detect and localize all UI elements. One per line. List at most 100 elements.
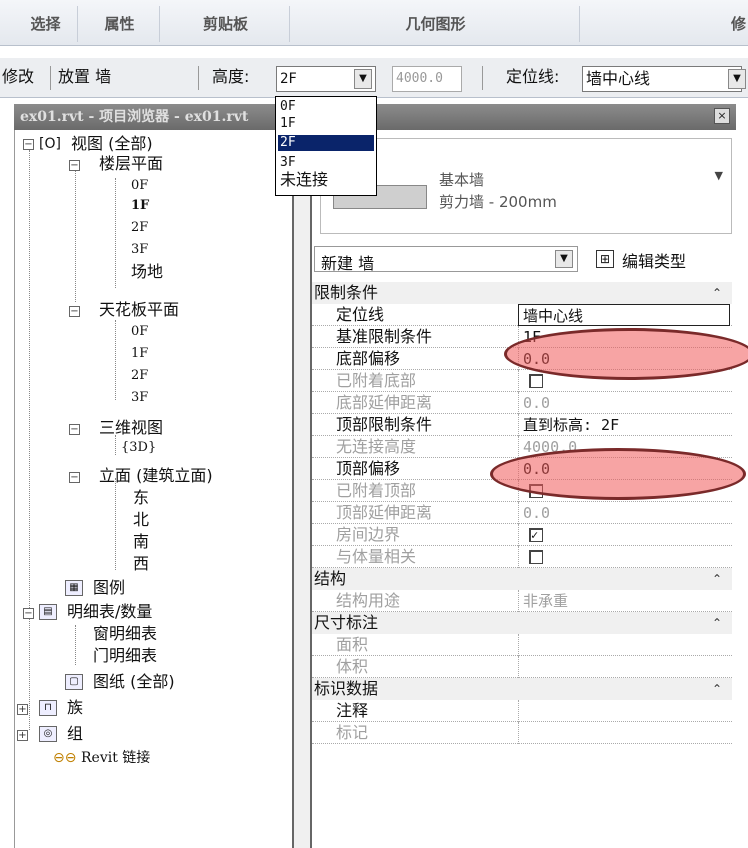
collapse-chevron-icon[interactable]: ⌃ [712, 568, 722, 590]
ribbon-panel-clipboard[interactable]: 剪贴板 [162, 6, 290, 42]
options-bar: 修改 放置 墙 高度: 2F ▼ 4000.0 定位线: 墙中心线 ▼ [0, 58, 748, 98]
collapse-chevron-icon[interactable]: ⌃ [712, 678, 722, 700]
checkbox[interactable]: ✓ [529, 528, 543, 542]
dropdown-option[interactable]: 0F [278, 99, 374, 115]
dropdown-option[interactable]: 1F [278, 116, 374, 132]
ceiling-plan-0f[interactable]: 0F [131, 322, 148, 342]
property-group-header[interactable]: 限制条件 ⌃ [312, 282, 732, 304]
collapse-chevron-icon[interactable]: ⌃ [712, 282, 722, 304]
property-value[interactable] [518, 722, 730, 744]
checkbox[interactable] [529, 374, 543, 388]
collapse-icon[interactable]: − [23, 608, 34, 619]
property-group-header[interactable]: 标识数据 ⌃ [312, 678, 732, 700]
collapse-icon[interactable]: − [69, 424, 80, 435]
ribbon-panel-select[interactable]: 选择 [14, 6, 78, 42]
checkbox[interactable] [529, 550, 543, 564]
property-row: 面积 [312, 634, 732, 656]
sheets-node[interactable]: 图纸 (全部) [93, 672, 175, 692]
expand-icon[interactable]: + [17, 704, 28, 715]
group-label: 标识数据 [314, 679, 379, 698]
property-name: 定位线 [336, 305, 385, 324]
ceiling-plan-3f[interactable]: 3F [131, 388, 148, 408]
project-browser-tree: − [O] 视图 (全部) − 楼层平面 0F 1F 2F 3F 场地 − 天花… [14, 130, 292, 848]
families-node[interactable]: 族 [67, 698, 83, 718]
ribbon-panel-modify[interactable]: 修 [582, 6, 748, 42]
dropdown-option-selected[interactable]: 2F [278, 135, 374, 151]
elevation-east[interactable]: 东 [133, 488, 149, 508]
property-value[interactable] [518, 700, 730, 722]
collapse-icon[interactable]: − [69, 472, 80, 483]
elevation-west[interactable]: 西 [133, 554, 149, 574]
chevron-down-icon[interactable]: ▼ [555, 250, 573, 268]
expand-icon[interactable]: + [17, 730, 28, 741]
property-value-text: 0.0 [523, 504, 551, 522]
dropdown-option[interactable]: 未连接 [278, 171, 374, 189]
separator [482, 66, 483, 90]
ceiling-plan-2f[interactable]: 2F [131, 366, 148, 386]
ribbon-panel-properties[interactable]: 属性 [80, 6, 160, 42]
link-icon: ⊖⊖ [53, 750, 77, 766]
floor-plan-2f[interactable]: 2F [131, 218, 148, 238]
modify-label[interactable]: 修改 [2, 66, 34, 88]
height-number-field[interactable]: 4000.0 [392, 66, 462, 92]
dropdown-option[interactable]: 3F [278, 155, 374, 171]
schedule-icon: ▤ [39, 604, 57, 620]
chevron-down-icon[interactable]: ▼ [715, 169, 723, 182]
separator [50, 66, 51, 90]
property-value[interactable]: 0.0 [518, 502, 730, 524]
property-value[interactable] [518, 634, 730, 656]
views-all-node[interactable]: 视图 (全部) [71, 134, 153, 154]
property-value[interactable]: 非承重 [518, 590, 730, 612]
property-group-header[interactable]: 尺寸标注 ⌃ [312, 612, 732, 634]
groups-node[interactable]: 组 [67, 724, 83, 744]
location-dropdown-arrow-icon[interactable]: ▼ [728, 69, 746, 89]
tree-line [75, 625, 76, 665]
property-row: 结构用途 非承重 [312, 590, 732, 612]
schedules-node[interactable]: 明细表/数量 [67, 602, 152, 622]
floor-plans-node[interactable]: 楼层平面 [99, 154, 163, 174]
edit-type-button[interactable]: ⊞ 编辑类型 [596, 246, 732, 272]
collapse-icon[interactable]: − [69, 160, 80, 171]
property-value-text: 非承重 [523, 592, 569, 610]
3d-views-node[interactable]: 三维视图 [99, 418, 163, 438]
elevations-node[interactable]: 立面 (建筑立面) [99, 466, 213, 486]
close-icon[interactable]: × [714, 108, 730, 124]
instance-filter-combo[interactable]: 新建 墙 ▼ [314, 246, 578, 273]
floor-plan-1f-active[interactable]: 1F [131, 196, 149, 216]
floor-plan-site[interactable]: 场地 [131, 262, 163, 282]
ribbon-panel-geometry[interactable]: 几何图形 [292, 6, 580, 42]
floor-plan-0f[interactable]: 0F [131, 176, 148, 196]
property-value[interactable]: 墙中心线 [518, 304, 730, 326]
revit-links-node[interactable]: Revit 链接 [81, 748, 150, 768]
floor-plan-3f[interactable]: 3F [131, 240, 148, 260]
collapse-icon[interactable]: − [23, 139, 34, 150]
view-folder-icon: [O] [39, 136, 61, 152]
sheet-icon: ▢ [65, 674, 83, 690]
property-value[interactable]: ✓ [518, 524, 730, 546]
tree-line [115, 435, 116, 455]
property-value[interactable]: 0.0 [518, 392, 730, 414]
height-combo-value: 2F [280, 71, 297, 87]
collapse-chevron-icon[interactable]: ⌃ [712, 612, 722, 634]
ceiling-plan-1f[interactable]: 1F [131, 344, 148, 364]
type-selector[interactable]: 基本墙 剪力墙 - 200mm ▼ [320, 138, 732, 234]
location-line-combo[interactable]: 墙中心线 [582, 66, 742, 92]
project-browser-title: ex01.rvt - 项目浏览器 - ex01.rvt [14, 104, 300, 130]
3d-view[interactable]: {3D} [121, 438, 156, 458]
legends-node[interactable]: 图例 [93, 578, 125, 598]
property-value[interactable] [518, 656, 730, 678]
highlight-ellipse [490, 448, 746, 500]
panel-splitter[interactable] [292, 104, 312, 848]
height-dropdown-arrow-icon[interactable]: ▼ [354, 69, 372, 89]
location-line-label: 定位线: [506, 67, 560, 86]
door-schedule[interactable]: 门明细表 [93, 646, 157, 666]
property-group-header[interactable]: 结构 ⌃ [312, 568, 732, 590]
elevation-north[interactable]: 北 [133, 510, 149, 530]
highlight-ellipse [504, 328, 748, 380]
ceiling-plans-node[interactable]: 天花板平面 [99, 300, 179, 320]
property-value[interactable] [518, 546, 730, 568]
window-schedule[interactable]: 窗明细表 [93, 624, 157, 644]
property-value[interactable]: 直到标高: 2F [518, 414, 730, 436]
collapse-icon[interactable]: − [69, 306, 80, 317]
elevation-south[interactable]: 南 [133, 532, 149, 552]
